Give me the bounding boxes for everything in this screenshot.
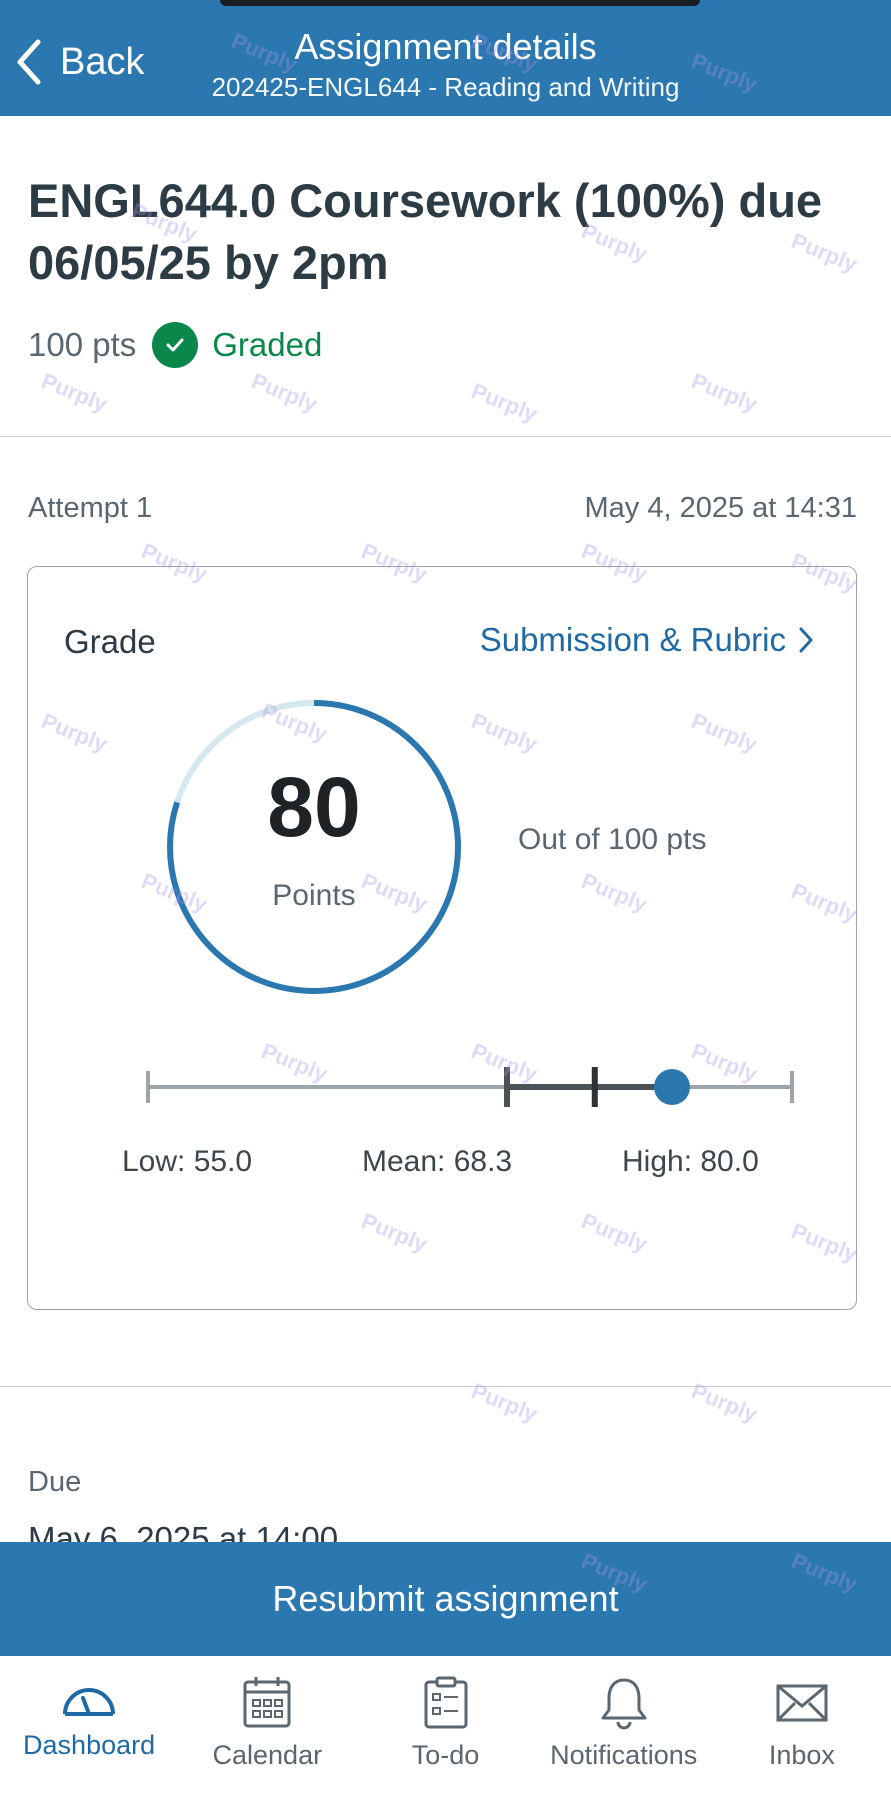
resubmit-button[interactable]: Resubmit assignment [0, 1542, 891, 1656]
tab-dashboard[interactable]: Dashboard [0, 1656, 178, 1802]
watermark: Purply [687, 368, 761, 417]
attempt-label: Attempt 1 [28, 492, 153, 524]
tab-label: Notifications [550, 1740, 698, 1770]
status-badge: Graded [212, 326, 323, 363]
todo-icon [424, 1676, 467, 1729]
divider [0, 436, 891, 437]
top-bar: Back Assignment details 202425-ENGL644 -… [0, 0, 891, 116]
out-of-label: Out of 100 pts [518, 823, 707, 856]
tab-todo[interactable]: To-do [356, 1656, 534, 1802]
chevron-right-icon [799, 627, 813, 653]
tab-label: Inbox [768, 1740, 835, 1770]
points-value: 100 pts [28, 326, 137, 363]
score-unit: Points [272, 879, 356, 912]
tab-label: Dashboard [23, 1730, 156, 1760]
inbox-icon [776, 1684, 828, 1722]
score-value: 80 [267, 760, 361, 854]
watermark: Purply [467, 378, 541, 427]
bell-icon [601, 1678, 647, 1730]
tab-label: Calendar [212, 1740, 323, 1770]
divider [0, 1386, 891, 1387]
points-status-row: 100 pts Graded [28, 322, 322, 368]
mean-stat: Mean: 68.3 [362, 1145, 513, 1178]
high-stat: High: 80.0 [622, 1145, 759, 1178]
low-stat: Low: 55.0 [122, 1145, 253, 1178]
dashboard-icon [63, 1688, 116, 1716]
bottom-tab-bar: Dashboard Calendar To-do Notifications I… [0, 1656, 891, 1802]
score-distribution [146, 1067, 794, 1107]
grade-label: Grade [64, 623, 156, 660]
tab-label: To-do [411, 1740, 480, 1770]
calendar-icon [243, 1677, 291, 1728]
attempt-date: May 4, 2025 at 14:31 [584, 492, 857, 524]
watermark: Purply [247, 368, 321, 417]
tab-inbox[interactable]: Inbox [713, 1656, 891, 1802]
assignment-title: ENGL644.0 Coursework (100%) due 06/05/25… [28, 174, 823, 289]
due-label: Due [28, 1466, 82, 1498]
submission-rubric-link[interactable]: Submission & Rubric [480, 621, 814, 659]
status-notch [220, 0, 700, 6]
tab-notifications[interactable]: Notifications [535, 1656, 713, 1802]
attempt-row: Attempt 1 May 4, 2025 at 14:31 [28, 492, 857, 525]
grade-card: Grade Submission & Rubric 80 Points Out … [27, 566, 857, 1310]
course-subtitle: 202425-ENGL644 - Reading and Writing [211, 72, 680, 102]
page-title: Assignment details [294, 26, 597, 67]
your-score-marker [654, 1069, 690, 1105]
watermark: Purply [37, 368, 111, 417]
tab-calendar[interactable]: Calendar [178, 1656, 356, 1802]
submission-rubric-label: Submission & Rubric [479, 621, 786, 658]
check-circle-icon [152, 322, 199, 368]
